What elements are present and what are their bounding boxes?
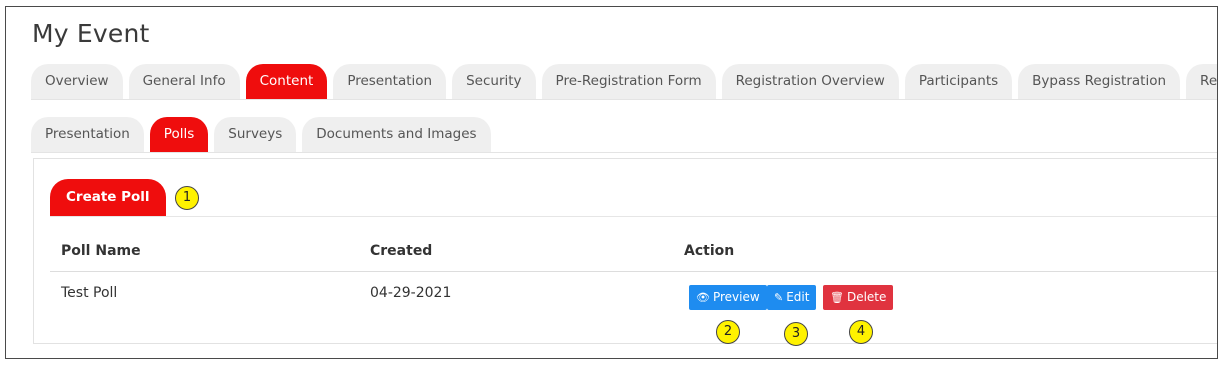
create-poll-button[interactable]: Create Poll (50, 179, 166, 216)
poll-name-cell: Test Poll (61, 285, 118, 301)
tab-pre-registration-form[interactable]: Pre-Registration Form (541, 64, 716, 99)
subtab-surveys[interactable]: Surveys (214, 117, 297, 152)
edit-button[interactable]: ✎ Edit (767, 285, 817, 310)
create-divider (50, 216, 1217, 217)
tab-participants[interactable]: Participants (904, 64, 1013, 99)
callout-4: 4 (849, 320, 873, 344)
sub-tabs-divider (31, 152, 1217, 153)
tab-presentation[interactable]: Presentation (333, 64, 447, 99)
column-header-action: Action (684, 243, 735, 259)
table-header-divider (50, 271, 1217, 272)
preview-label: Preview (712, 290, 760, 304)
trash-icon: 🗑 (830, 291, 844, 304)
tab-security[interactable]: Security (452, 64, 536, 99)
edit-label: Edit (786, 290, 810, 304)
column-header-poll-name: Poll Name (61, 243, 141, 259)
event-page: My Event Overview General Info Content P… (5, 6, 1218, 359)
preview-button[interactable]: 👁 Preview (689, 285, 767, 310)
sub-tabs: Presentation Polls Surveys Documents and… (31, 117, 497, 152)
subtab-polls[interactable]: Polls (149, 117, 209, 152)
eye-icon: 👁 (696, 291, 710, 304)
callout-1: 1 (175, 186, 199, 210)
tab-general-info[interactable]: General Info (128, 64, 240, 99)
column-header-created: Created (370, 243, 433, 259)
callout-3: 3 (784, 322, 808, 346)
created-date-cell: 04-29-2021 (370, 285, 452, 301)
edit-icon: ✎ (774, 291, 784, 304)
delete-label: Delete (846, 290, 887, 304)
main-tabs: Overview General Info Content Presentati… (31, 64, 1217, 99)
subtab-presentation[interactable]: Presentation (31, 117, 144, 152)
main-tabs-divider (31, 99, 1217, 100)
tab-content[interactable]: Content (245, 64, 328, 99)
subtab-documents-and-images[interactable]: Documents and Images (302, 117, 491, 152)
callout-2: 2 (716, 320, 740, 344)
tab-registration-overview[interactable]: Registration Overview (721, 64, 899, 99)
tab-overview[interactable]: Overview (31, 64, 123, 99)
tab-reports[interactable]: Reports (1186, 64, 1217, 99)
polls-panel: Create Poll Poll Name Created Action Tes… (33, 158, 1217, 346)
tab-bypass-registration[interactable]: Bypass Registration (1018, 64, 1181, 99)
delete-button[interactable]: 🗑 Delete (823, 285, 894, 310)
page-title: My Event (32, 19, 150, 48)
